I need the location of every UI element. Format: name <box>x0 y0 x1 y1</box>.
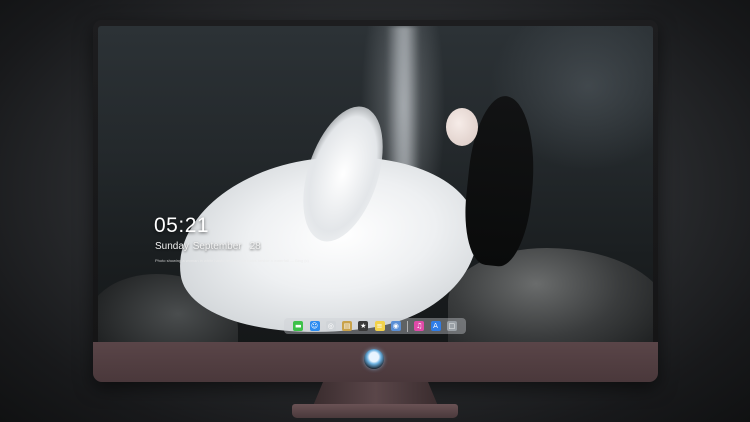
preview-icon[interactable]: ▤ <box>342 321 352 331</box>
safari-icon[interactable]: ◎ <box>325 321 336 331</box>
wallpaper-caption[interactable]: Photo showing a woman in white hanfu rec… <box>155 258 309 263</box>
dock: ▬ ☺ ◎ ▤ ★ ≡ ◉ ♫ A □ <box>284 318 466 334</box>
monitor-stand-neck <box>313 382 438 406</box>
final-cut-icon[interactable]: ★ <box>358 321 369 331</box>
lock-date: Sunday September 28 <box>155 241 261 252</box>
lock-clock: 05:21 <box>154 214 210 237</box>
itunes-icon[interactable]: ♫ <box>414 321 425 331</box>
wallpaper-figure-face <box>446 108 478 146</box>
trash-icon[interactable]: □ <box>446 321 457 331</box>
monitor-chin <box>93 342 658 382</box>
lock-date-weekday-month: Sunday September <box>155 241 242 252</box>
brand-logo-icon <box>364 349 384 369</box>
imac-monitor: 05:21 Sunday September 28 Photo showing a… <box>93 20 658 382</box>
finder-icon[interactable]: ☺ <box>309 321 320 331</box>
notes-icon[interactable]: ≡ <box>374 321 385 331</box>
dock-separator <box>407 320 408 332</box>
messages-icon[interactable]: ▬ <box>293 321 304 331</box>
app-store-icon[interactable]: A <box>430 321 441 331</box>
monitor-stand-base <box>292 404 458 418</box>
desktop-screen: 05:21 Sunday September 28 Photo showing a… <box>98 26 653 358</box>
photos-icon[interactable]: ◉ <box>390 321 401 331</box>
lock-date-day: 28 <box>249 241 261 252</box>
